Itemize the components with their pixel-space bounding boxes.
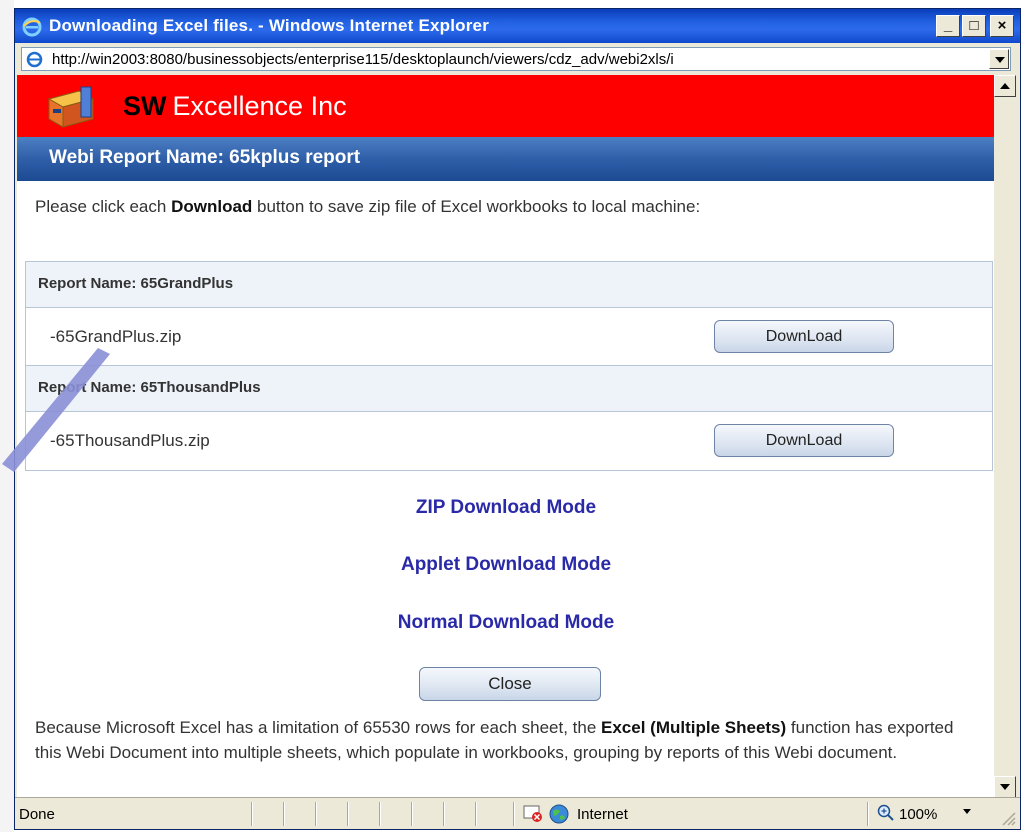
report-title: Webi Report Name: 65kplus report	[49, 147, 361, 168]
browser-popup-window: Downloading Excel files. - Windows Inter…	[14, 8, 1021, 830]
zip-file-name: -65GrandPlus.zip	[50, 327, 182, 346]
maximize-button[interactable]: □	[962, 15, 986, 37]
instruction-pre: Please click each	[35, 197, 172, 216]
download-button-65thousandplus[interactable]: DownLoad	[714, 424, 894, 457]
brand-bar: SW Excellence Inc	[17, 75, 995, 137]
status-divider	[513, 802, 515, 826]
company-name-text: Excellence Inc	[172, 91, 347, 121]
status-divider	[315, 802, 317, 826]
instruction-text: Please click each Download button to sav…	[35, 195, 935, 219]
limitation-note: Because Microsoft Excel has a limitation…	[35, 715, 975, 765]
internet-explorer-icon	[22, 17, 42, 37]
scroll-down-button[interactable]	[994, 776, 1016, 798]
report-name-row: Report Name: 65ThousandPlus	[26, 366, 992, 412]
status-text: Done	[19, 806, 55, 823]
company-abbr: SW	[123, 91, 167, 121]
address-url: http://win2003:8080/businessobjects/ente…	[52, 51, 674, 68]
zoom-icon[interactable]	[877, 804, 895, 822]
status-bar: Done Internet 100%	[15, 797, 1020, 829]
resize-grip-icon[interactable]	[1000, 810, 1016, 826]
close-window-button[interactable]: ×	[990, 15, 1014, 37]
status-divider	[347, 802, 349, 826]
report-title-bar: Webi Report Name: 65kplus report	[17, 137, 995, 181]
blocked-content-icon[interactable]	[523, 805, 543, 823]
arrow-up-icon	[1000, 83, 1010, 89]
security-zone-label: Internet	[577, 806, 628, 823]
vertical-scrollbar[interactable]	[994, 75, 1016, 798]
page-icon	[26, 51, 43, 68]
download-button-65grandplus[interactable]: DownLoad	[714, 320, 894, 353]
instruction-bold: Download	[171, 197, 253, 216]
address-field[interactable]: http://win2003:8080/businessobjects/ente…	[21, 47, 1011, 71]
close-button[interactable]: Close	[419, 667, 601, 701]
globe-icon	[549, 804, 569, 824]
window-title: Downloading Excel files. - Windows Inter…	[49, 16, 490, 35]
report-file-row: -65ThousandPlus.zip DownLoad	[26, 412, 992, 470]
status-divider	[283, 802, 285, 826]
title-bar[interactable]: Downloading Excel files. - Windows Inter…	[15, 9, 1020, 43]
page-viewport: SW Excellence Inc Webi Report Name: 65kpl…	[17, 75, 995, 798]
status-divider	[475, 802, 477, 826]
applet-download-mode-link[interactable]: Applet Download Mode	[17, 554, 995, 576]
note-bold: Excel (Multiple Sheets)	[601, 718, 787, 737]
company-name: SW Excellence Inc	[123, 91, 347, 122]
instruction-post: button to save zip file of Excel workboo…	[252, 197, 701, 216]
note-pre: Because Microsoft Excel has a limitation…	[35, 718, 602, 737]
scroll-up-button[interactable]	[994, 75, 1016, 97]
report-file-row: -65GrandPlus.zip DownLoad	[26, 308, 992, 366]
status-divider	[443, 802, 445, 826]
zip-file-name: -65ThousandPlus.zip	[50, 431, 210, 450]
report-name: Report Name: 65ThousandPlus	[38, 379, 261, 396]
address-dropdown-button[interactable]	[989, 49, 1009, 69]
desktop-background	[0, 0, 14, 832]
minimize-button[interactable]: _	[936, 15, 960, 37]
zoom-dropdown-icon[interactable]	[963, 809, 971, 814]
normal-download-mode-link[interactable]: Normal Download Mode	[17, 612, 995, 634]
status-divider	[251, 802, 253, 826]
zip-download-mode-link[interactable]: ZIP Download Mode	[17, 497, 995, 519]
status-divider	[867, 802, 869, 826]
reports-table: Report Name: 65GrandPlus -65GrandPlus.zi…	[25, 261, 993, 471]
report-name-row: Report Name: 65GrandPlus	[26, 262, 992, 308]
address-bar: http://win2003:8080/businessobjects/ente…	[15, 43, 1020, 75]
status-divider	[379, 802, 381, 826]
chevron-down-icon	[995, 57, 1005, 63]
arrow-down-icon	[1000, 784, 1010, 790]
status-divider	[411, 802, 413, 826]
company-logo-icon	[47, 86, 95, 128]
report-name: Report Name: 65GrandPlus	[38, 275, 234, 292]
zoom-level[interactable]: 100%	[899, 806, 937, 823]
